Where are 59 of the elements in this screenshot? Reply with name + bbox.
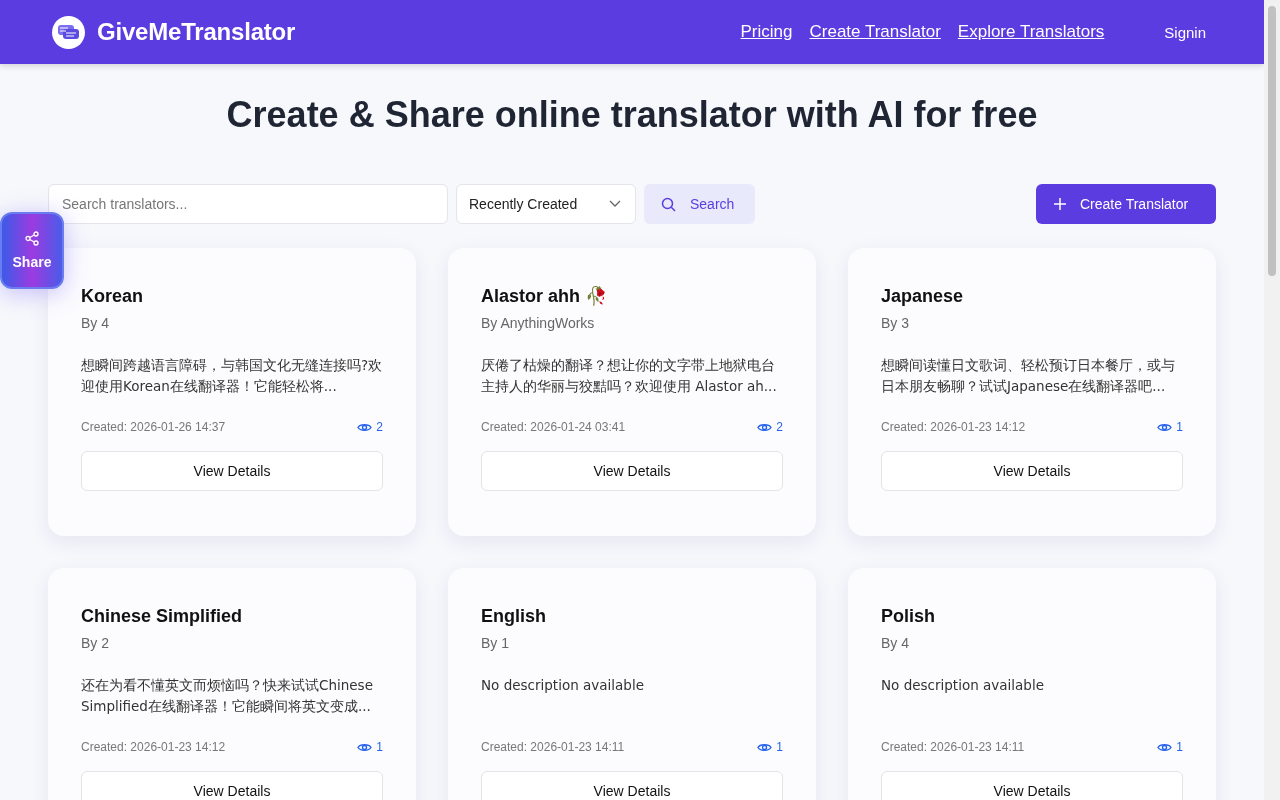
eye-icon [1157,741,1173,753]
view-count: 1 [376,740,383,754]
card-author: By 2 [81,634,110,653]
view-count: 1 [1176,420,1183,434]
created-date: Created: 2026-01-23 14:12 [81,740,226,754]
chat-bubbles-icon [52,15,85,49]
view-count: 1 [776,740,783,754]
card-description: 厌倦了枯燥的翻译？想让你的文字带上地狱电台主持人的华丽与狡黠吗？欢迎使用 Alastor ah... [481,356,778,396]
created-date: Created: 2026-01-24 03:41 [481,420,626,434]
brand-name: GiveMeTranslator [97,18,296,46]
card-title: English [481,605,547,628]
view-count: 2 [776,420,783,434]
card-title: Japanese [881,285,965,308]
eye-icon [357,741,373,753]
created-date: Created: 2026-01-26 14:37 [81,420,226,434]
view-count: 2 [376,420,383,434]
view-details-button[interactable]: View Details [881,771,1183,800]
scrollbar[interactable] [1264,0,1280,800]
card-author: By 3 [881,314,910,333]
eye-icon [757,741,773,753]
created-date: Created: 2026-01-23 14:11 [881,740,1025,754]
signin-link[interactable]: Signin [1154,17,1216,47]
card-author: By 4 [881,634,910,653]
card-title: Chinese Simplified [81,605,244,628]
search-button[interactable]: Search [644,184,755,224]
view-details-button[interactable]: View Details [481,451,783,491]
card-author: By 1 [481,634,510,653]
created-date: Created: 2026-01-23 14:12 [881,420,1026,434]
view-details-button[interactable]: View Details [481,771,783,800]
sort-dropdown[interactable]: Recently Created [456,184,636,224]
plus-icon [1054,198,1066,210]
chevron-down-icon [609,200,621,208]
view-details-button[interactable]: View Details [81,451,383,491]
card-title: Alastor ahh 🥀 [481,285,609,308]
card-description: No description available [481,676,645,695]
nav-link[interactable]: Create Translator [809,22,941,42]
card-description: 想瞬间读懂日文歌词、轻松预订日本餐厅，或与日本朋友畅聊？试试Japanese在线翻译器吧... [881,356,1176,396]
page-title: Create & Share online translator with AI for free [225,94,1039,137]
eye-icon [757,421,773,433]
created-date: Created: 2026-01-23 14:11 [481,740,625,754]
card-title: Korean [81,285,144,308]
card-description: 还在为看不懂英文而烦恼吗？快来试试Chinese Simplified在线翻译器！它能瞬间将英文变成... [81,676,374,716]
nav-link[interactable]: Explore Translators [957,22,1105,42]
search-field[interactable]: Search translators... [48,184,448,224]
card-author: By 4 [81,314,110,333]
create-translator-button[interactable]: Create Translator [1036,184,1216,224]
view-details-button[interactable]: View Details [881,451,1183,491]
eye-icon [357,421,373,433]
search-icon [661,196,676,212]
view-details-button[interactable]: View Details [81,771,383,800]
card-author: By AnythingWorks [481,314,596,333]
eye-icon [1157,421,1173,433]
card-description: No description available [881,676,1045,695]
card-title: Polish [881,605,936,628]
nav-link[interactable]: Pricing [740,22,793,42]
card-description: 想瞬间跨越语言障碍，与韩国文化无缝连接吗?欢迎使用Korean在线翻译器！它能轻松将... [81,356,383,396]
share-button[interactable]: Share [0,212,64,289]
view-count: 1 [1176,740,1183,754]
share-icon [25,231,39,246]
